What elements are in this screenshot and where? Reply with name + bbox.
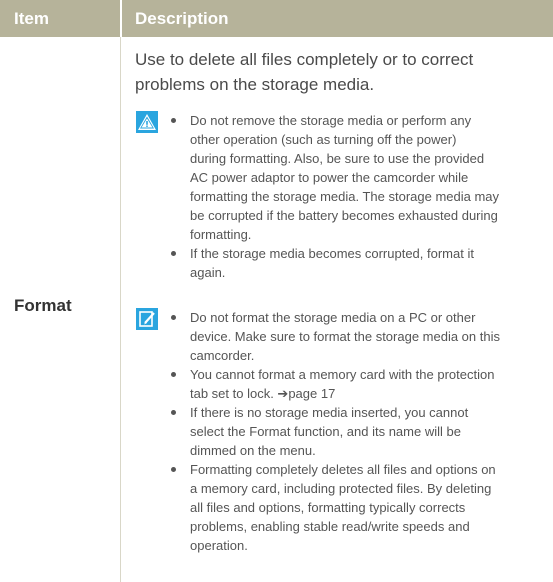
warning-bullet-list: Do not remove the storage media or perfo…: [168, 111, 499, 282]
warning-triangle-icon: [136, 111, 158, 133]
intro-text: Use to delete all files completely or to…: [135, 47, 545, 97]
list-item: Formatting completely deletes all files …: [168, 460, 500, 555]
list-item: Do not format the storage media on a PC …: [168, 308, 500, 365]
row-label-format: Format: [14, 296, 72, 315]
intro-line: Use to delete all files completely or to…: [135, 50, 474, 69]
intro-line: problems on the storage media.: [135, 75, 375, 94]
list-item: Do not remove the storage media or perfo…: [168, 111, 499, 244]
page-reference: tab set to lock. ➔page 17: [190, 386, 336, 401]
header-item: Item: [14, 9, 49, 28]
list-item: You cannot format a memory card with the…: [168, 365, 500, 403]
memo-pencil-icon: [136, 308, 158, 330]
list-item: If the storage media becomes corrupted, …: [168, 244, 499, 282]
list-item: If there is no storage media inserted, y…: [168, 403, 500, 460]
note-bullet-list: Do not format the storage media on a PC …: [168, 308, 500, 555]
header-description: Description: [135, 9, 229, 28]
table-header: Item Description: [0, 0, 553, 37]
header-divider: [120, 0, 122, 37]
column-divider: [120, 37, 121, 582]
